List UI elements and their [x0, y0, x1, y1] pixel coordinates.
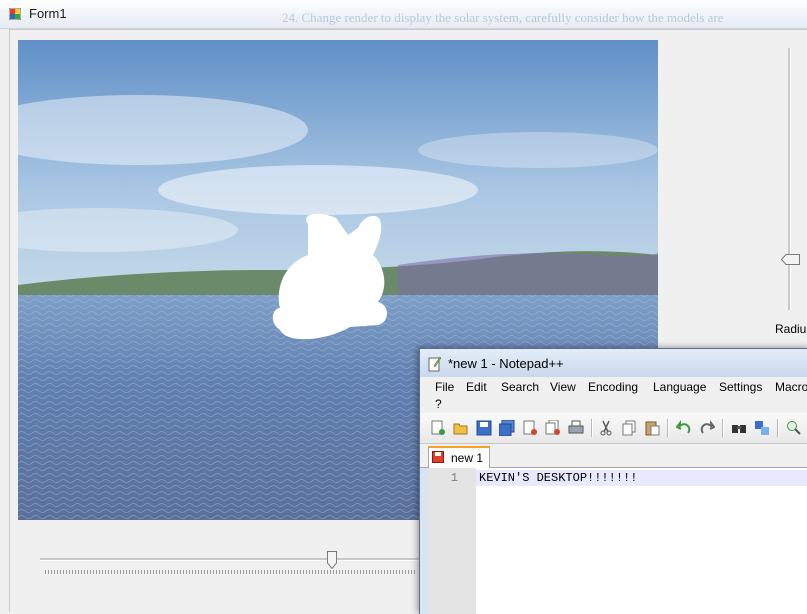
radius-label: Radius — [775, 322, 807, 336]
replace-icon[interactable] — [754, 420, 770, 436]
app-icon — [9, 8, 21, 20]
undo-icon[interactable] — [676, 420, 692, 436]
menu-search[interactable]: Search — [501, 380, 539, 394]
notepad-icon — [428, 356, 442, 372]
menu-encoding[interactable]: Encoding — [588, 380, 638, 394]
window-title: Form1 — [29, 6, 67, 21]
find-icon[interactable] — [731, 420, 747, 436]
menu-help[interactable]: ? — [435, 397, 442, 411]
menu-language[interactable]: Language — [653, 380, 706, 394]
horizontal-trackbar-thumb[interactable] — [327, 551, 337, 569]
horizontal-trackbar-ticks — [45, 570, 417, 574]
notepad-window[interactable]: *new 1 - Notepad++ File Edit Search View… — [419, 348, 807, 614]
notepad-titlebar[interactable]: *new 1 - Notepad++ — [420, 349, 807, 377]
notepad-toolbar — [420, 413, 807, 444]
line-number: 1 — [450, 471, 458, 485]
zoom-in-icon[interactable] — [786, 420, 802, 436]
menu-edit[interactable]: Edit — [466, 380, 487, 394]
tab-new-1[interactable]: new 1 — [428, 446, 490, 468]
unsaved-file-icon — [432, 451, 444, 463]
close-all-icon[interactable] — [545, 420, 561, 436]
background-document-text: 24. Change render to display the solar s… — [282, 10, 724, 25]
notepad-title: *new 1 - Notepad++ — [448, 356, 564, 371]
notepad-tabbar: new 1 — [420, 444, 807, 468]
new-file-icon[interactable] — [430, 420, 446, 436]
vertical-trackbar-thumb[interactable] — [781, 254, 800, 265]
save-icon[interactable] — [476, 420, 492, 436]
redo-icon[interactable] — [699, 420, 715, 436]
toolbar-separator — [667, 419, 669, 437]
toolbar-separator — [722, 419, 724, 437]
editor-line-text[interactable]: KEVIN'S DESKTOP!!!!!!! — [479, 471, 637, 485]
menu-settings[interactable]: Settings — [719, 380, 762, 394]
menu-file[interactable]: File — [435, 380, 454, 394]
toolbar-separator — [777, 419, 779, 437]
cut-icon[interactable] — [598, 420, 614, 436]
notepad-menubar: File Edit Search View Encoding Language … — [420, 377, 807, 413]
menu-macro[interactable]: Macro — [775, 380, 807, 394]
menu-view[interactable]: View — [550, 380, 576, 394]
open-file-icon[interactable] — [453, 420, 469, 436]
paste-icon[interactable] — [644, 420, 660, 436]
line-number-gutter: 1 — [428, 468, 476, 614]
editor-area[interactable]: 1 KEVIN'S DESKTOP!!!!!!! — [428, 468, 807, 614]
close-file-icon[interactable] — [522, 420, 538, 436]
vertical-trackbar[interactable] — [788, 48, 791, 310]
copy-icon[interactable] — [621, 420, 637, 436]
save-all-icon[interactable] — [499, 420, 515, 436]
horizontal-trackbar[interactable] — [40, 558, 420, 561]
tab-label: new 1 — [451, 451, 484, 465]
print-icon[interactable] — [568, 420, 584, 436]
toolbar-separator — [591, 419, 593, 437]
